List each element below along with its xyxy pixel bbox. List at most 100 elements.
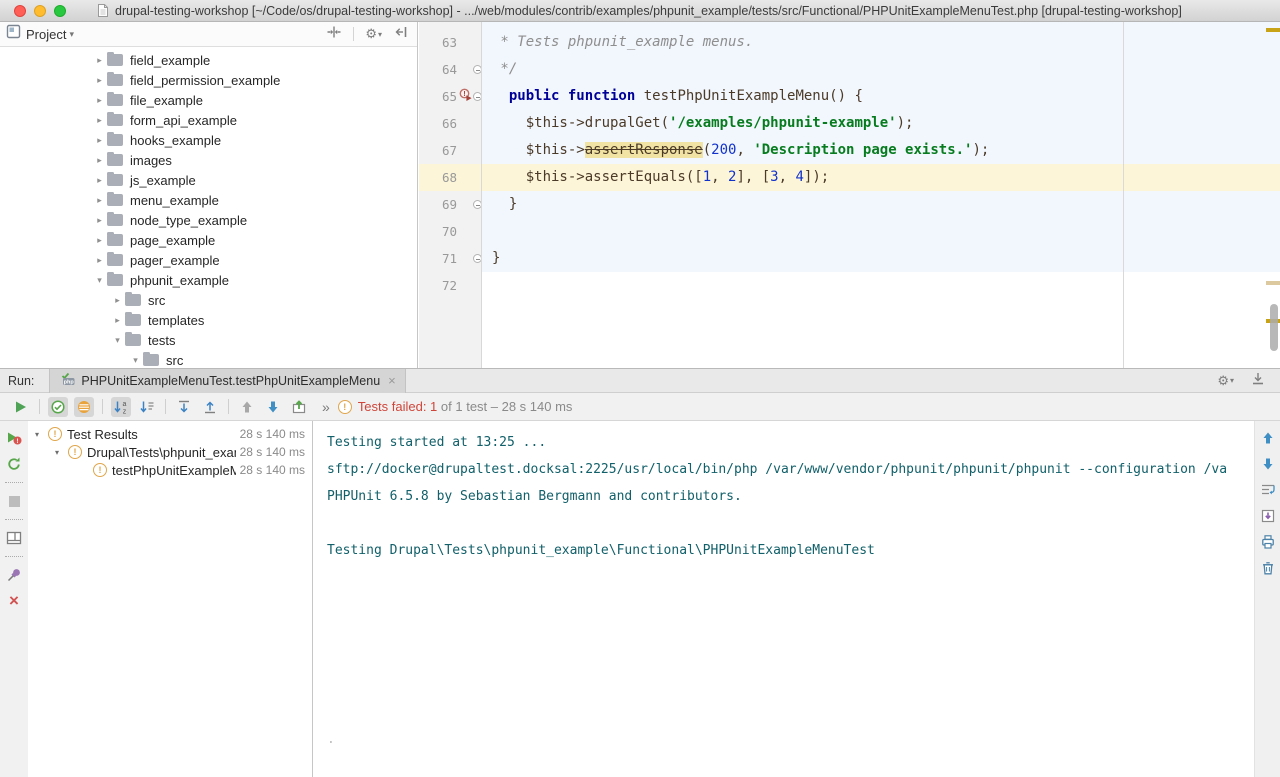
code-line[interactable]: 72 <box>419 272 1280 299</box>
tree-item-src[interactable]: ▸src <box>0 290 417 310</box>
close-panel-icon[interactable]: × <box>6 593 22 609</box>
test-history-button[interactable] <box>289 397 309 417</box>
zoom-window-button[interactable] <box>54 5 66 17</box>
tree-item-page-example[interactable]: ▸page_example <box>0 230 417 250</box>
expand-caret-icon[interactable]: ▸ <box>92 135 107 146</box>
expand-caret-icon[interactable]: ▸ <box>110 315 125 326</box>
down-stack-trace-icon[interactable] <box>1260 456 1276 472</box>
tree-item-file-example[interactable]: ▸file_example <box>0 90 417 110</box>
pin-tab-icon[interactable] <box>6 567 22 583</box>
editor-scrollbar[interactable] <box>1266 22 1280 368</box>
code-line[interactable]: 70 <box>419 218 1280 245</box>
code-line[interactable]: 64 */ <box>419 56 1280 83</box>
tree-item-menu-example[interactable]: ▸menu_example <box>0 190 417 210</box>
rerun-failed-tests-icon[interactable]: ! <box>6 430 22 446</box>
run-settings-gear-icon[interactable]: ⚙▾ <box>1217 373 1234 389</box>
collapse-caret-icon[interactable]: ▾ <box>55 448 68 457</box>
tree-item-tests-src[interactable]: ▾src <box>0 350 417 368</box>
code-line[interactable]: 67 $this->assertResponse(200, 'Descripti… <box>419 137 1280 164</box>
expand-caret-icon[interactable]: ▸ <box>92 55 107 66</box>
warning-stripe-mark[interactable] <box>1266 281 1280 285</box>
rerun-tests-button[interactable] <box>11 397 31 417</box>
tree-item-node-type-example[interactable]: ▸node_type_example <box>0 210 417 230</box>
expand-caret-icon[interactable]: ▸ <box>92 155 107 166</box>
expand-caret-icon[interactable]: ▸ <box>92 215 107 226</box>
close-window-button[interactable] <box>14 5 26 17</box>
tree-item-field-permission-example[interactable]: ▸field_permission_example <box>0 70 417 90</box>
code-line[interactable]: 63 * Tests phpunit_example menus. <box>419 29 1280 56</box>
collapse-caret-icon[interactable]: ▾ <box>128 355 143 366</box>
code-line[interactable]: 65 ! public function testPhpUnitExampleM… <box>419 83 1280 110</box>
code-line-current[interactable]: 68 $this->assertEquals([1, 2], [3, 4]); <box>419 164 1280 191</box>
soft-wrap-icon[interactable] <box>1260 482 1276 498</box>
next-failed-test-button[interactable] <box>263 397 283 417</box>
expand-caret-icon[interactable]: ▸ <box>92 75 107 86</box>
tree-item-templates[interactable]: ▸templates <box>0 310 417 330</box>
project-view-dropdown-caret[interactable]: ▾ <box>69 29 74 40</box>
console-line: Testing Drupal\Tests\phpunit_example\Fun… <box>327 537 1254 564</box>
tree-item-pager-example[interactable]: ▸pager_example <box>0 250 417 270</box>
up-stack-trace-icon[interactable] <box>1260 430 1276 446</box>
more-actions-chevrons[interactable]: » <box>322 399 330 415</box>
expand-all-button[interactable] <box>174 397 194 417</box>
collapse-caret-icon[interactable]: ▾ <box>110 335 125 346</box>
code-line[interactable]: 69 } <box>419 191 1280 218</box>
print-icon[interactable] <box>1260 534 1276 550</box>
warning-stripe-mark[interactable] <box>1266 28 1280 32</box>
run-configuration-tab[interactable]: php PHPUnitExampleMenuTest.testPhpUnitEx… <box>49 369 405 393</box>
project-panel-header: Project ▾ ⚙▾ <box>0 22 417 47</box>
rerun-icon[interactable] <box>6 456 22 472</box>
tree-item-form-api-example[interactable]: ▸form_api_example <box>0 110 417 130</box>
expand-caret-icon[interactable]: ▸ <box>92 195 107 206</box>
test-tree-class-row[interactable]: ▾ ! Drupal\Tests\phpunit_example\Functio… <box>28 443 312 461</box>
expand-caret-icon[interactable]: ▸ <box>92 235 107 246</box>
project-panel-title[interactable]: Project <box>26 27 66 42</box>
collapse-caret-icon[interactable]: ▾ <box>92 275 107 286</box>
expand-caret-icon[interactable]: ▸ <box>92 255 107 266</box>
test-output-console[interactable]: Testing started at 13:25 ... sftp://dock… <box>314 421 1254 777</box>
expand-caret-icon[interactable]: ▸ <box>92 175 107 186</box>
test-tree-method-row[interactable]: ! testPhpUnitExampleMenu 28 s 140 ms <box>28 461 312 479</box>
sort-alphabetically-toggle[interactable]: az <box>111 397 131 417</box>
tree-item-field-example[interactable]: ▸field_example <box>0 50 417 70</box>
deprecated-method-highlight: assertResponse <box>585 142 703 158</box>
tree-item-js-example[interactable]: ▸js_example <box>0 170 417 190</box>
test-tree-root-row[interactable]: ▾ ! Test Results 28 s 140 ms <box>28 425 312 443</box>
expand-caret-icon[interactable]: ▸ <box>92 95 107 106</box>
run-tab-title: PHPUnitExampleMenuTest.testPhpUnitExampl… <box>81 374 380 388</box>
show-ignored-toggle[interactable] <box>74 397 94 417</box>
folder-icon <box>125 314 141 326</box>
restore-layout-icon[interactable] <box>6 530 22 546</box>
previous-failed-test-button[interactable] <box>237 397 257 417</box>
close-tab-icon[interactable]: × <box>388 373 396 388</box>
tree-item-images[interactable]: ▸images <box>0 150 417 170</box>
code-line[interactable]: 66 $this->drupalGet('/examples/phpunit-e… <box>419 110 1280 137</box>
minimize-window-button[interactable] <box>34 5 46 17</box>
expand-caret-icon[interactable]: ▸ <box>110 295 125 306</box>
tree-item-tests[interactable]: ▾tests <box>0 330 417 350</box>
scrollbar-thumb[interactable] <box>1270 304 1278 351</box>
collapse-all-button[interactable] <box>200 397 220 417</box>
expand-caret-icon[interactable]: ▸ <box>92 115 107 126</box>
scroll-to-end-icon[interactable] <box>1260 508 1276 524</box>
hide-panel-icon[interactable] <box>393 24 409 45</box>
code-editor[interactable]: 63 * Tests phpunit_example menus. 64 */ … <box>419 22 1280 368</box>
folder-icon <box>107 274 123 286</box>
run-label: Run: <box>8 374 34 388</box>
test-failed-gutter-icon[interactable]: ! <box>459 88 472 106</box>
folder-icon <box>143 354 159 366</box>
document-icon <box>96 3 109 18</box>
locate-file-icon[interactable] <box>326 24 342 45</box>
hide-run-panel-icon[interactable] <box>1250 370 1266 391</box>
clear-all-icon[interactable] <box>1260 560 1276 576</box>
gear-icon[interactable]: ⚙▾ <box>365 26 382 42</box>
console-line: . <box>327 726 1254 753</box>
collapse-caret-icon[interactable]: ▾ <box>35 430 48 439</box>
tree-item-phpunit-example[interactable]: ▾phpunit_example <box>0 270 417 290</box>
show-passed-toggle[interactable] <box>48 397 68 417</box>
stop-icon[interactable] <box>6 493 22 509</box>
tree-item-hooks-example[interactable]: ▸hooks_example <box>0 130 417 150</box>
svg-text:!: ! <box>463 89 466 98</box>
sort-by-duration-button[interactable] <box>137 397 157 417</box>
code-line[interactable]: 71 } <box>419 245 1280 272</box>
